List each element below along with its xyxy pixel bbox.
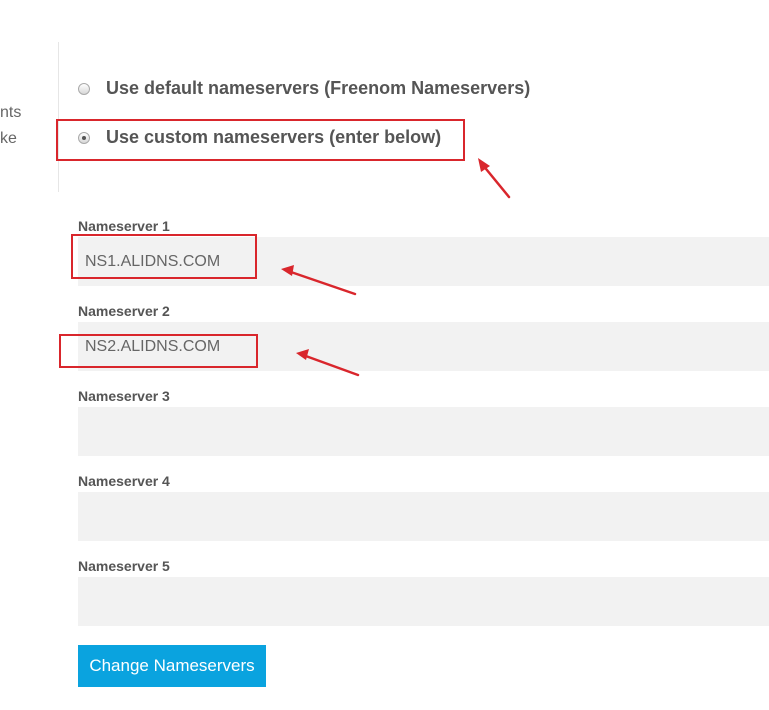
arrowhead-icon	[296, 349, 309, 360]
annotation-arrow-custom-option	[480, 162, 511, 199]
annotation-arrows	[281, 158, 511, 377]
arrowhead-icon	[281, 265, 294, 276]
annotation-arrow-nameserver-1	[286, 269, 357, 296]
annotation-arrow-nameserver-2	[301, 353, 360, 377]
